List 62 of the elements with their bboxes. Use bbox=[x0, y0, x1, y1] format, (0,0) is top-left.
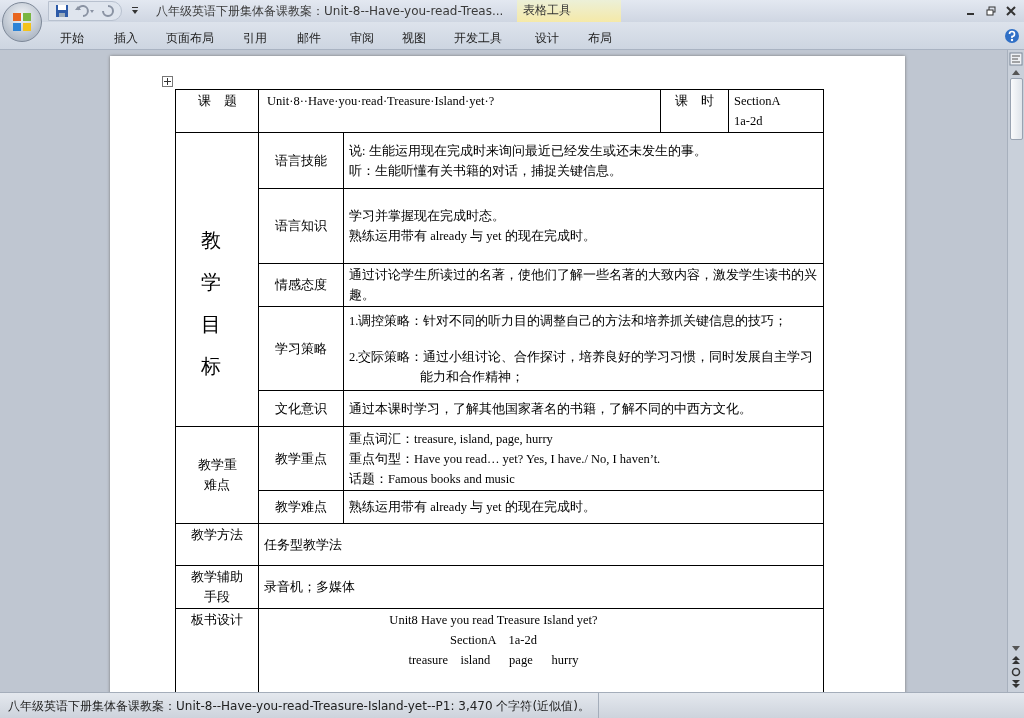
cell-text: 重点句型：Have you read… yet? Yes, I have./ No, I haven’t. bbox=[349, 450, 662, 468]
ribbon-tab[interactable]: 开发工具 bbox=[454, 27, 502, 49]
customize-caret-icon[interactable] bbox=[130, 6, 140, 16]
row-label: 教学重点 bbox=[274, 450, 328, 468]
restore-icon[interactable] bbox=[986, 6, 996, 16]
cell-text: 通过本课时学习，了解其他国家著名的书籍，了解不同的中西方文化。 bbox=[349, 400, 753, 418]
cell-text: 录音机；多媒体 bbox=[264, 579, 356, 596]
row-label: 学习策略 bbox=[274, 340, 328, 358]
row-label: 情感态度 bbox=[274, 277, 328, 294]
contextual-tab-group: 表格工具 bbox=[517, 0, 622, 22]
cell-text: 学习并掌握现在完成时态。 bbox=[349, 208, 506, 225]
cell-text: 通过讨论学生所读过的名著，使他们了解一些名著的大致内容，激发学生读书的兴趣。 bbox=[349, 267, 818, 304]
ribbon-tab[interactable]: 开始 bbox=[60, 27, 84, 49]
cell-text: 任务型教学法 bbox=[264, 536, 343, 554]
ribbon-tab[interactable]: 邮件 bbox=[297, 27, 321, 49]
cell-label: 课 题 bbox=[196, 93, 238, 110]
help-icon[interactable] bbox=[1004, 28, 1020, 44]
ribbon-tab[interactable]: 引用 bbox=[243, 27, 267, 49]
office-logo-icon bbox=[10, 10, 34, 34]
row-label: 板书设计 bbox=[190, 612, 244, 629]
period-text: SectionA bbox=[734, 93, 782, 110]
office-button[interactable] bbox=[2, 2, 42, 42]
cell-text: 说: 生能运用现在完成时来询问最近已经发生或还未发生的事。 bbox=[349, 142, 708, 160]
cell-text: 1.调控策略：针对不同的听力目的调整自己的方法和培养抓关键信息的技巧； bbox=[349, 312, 789, 330]
cell-text: 重点词汇：treasure, island, page, hurry bbox=[349, 430, 554, 448]
board-text: Unit8 Have you read Treasure Island yet? bbox=[388, 612, 599, 629]
cell-text: 话题：Famous books and music bbox=[349, 470, 516, 488]
next-page-icon[interactable] bbox=[1011, 679, 1021, 689]
cell-text: 熟练运用带有 already 与 yet 的现在完成时。 bbox=[349, 499, 597, 516]
cell-text: 熟练运用带有 already 与 yet 的现在完成时。 bbox=[349, 228, 597, 245]
row-label: 教学难点 bbox=[274, 499, 328, 516]
ribbon-tab[interactable]: 视图 bbox=[402, 27, 426, 49]
ribbon-tab[interactable]: 审阅 bbox=[350, 27, 374, 49]
window-title: 八年级英语下册集体备课教案：Unit-8--Have-you-read-Treas... bbox=[156, 3, 504, 20]
cell-text: 2.交际策略：通过小组讨论、合作探讨，培养良好的学习习惯，同时发展自主学习能力和合作精神； bbox=[349, 348, 815, 386]
row-label: 语言知识 bbox=[274, 218, 328, 235]
browse-object-icon[interactable] bbox=[1011, 667, 1021, 677]
close-icon[interactable] bbox=[1006, 6, 1016, 16]
ribbon-tab[interactable]: 插入 bbox=[114, 27, 138, 49]
previous-page-icon[interactable] bbox=[1011, 655, 1021, 665]
save-icon[interactable] bbox=[55, 4, 69, 18]
scroll-thumb[interactable] bbox=[1009, 78, 1023, 140]
row-label: 教学辅助手段 bbox=[190, 569, 244, 606]
section-label: 教学重难点 bbox=[197, 457, 237, 494]
ribbon-tab[interactable]: 布局 bbox=[588, 27, 612, 49]
ribbon-tab[interactable]: 页面布局 bbox=[166, 27, 214, 49]
ruler-toggle-icon[interactable] bbox=[1009, 52, 1023, 66]
section-label: 教学目标 bbox=[201, 228, 221, 379]
ribbon-tab[interactable]: 设计 bbox=[535, 27, 559, 49]
row-label: 教学方法 bbox=[190, 527, 244, 544]
table-move-handle-icon[interactable] bbox=[162, 76, 173, 87]
period-text: 1a-2d bbox=[734, 113, 764, 130]
status-text: 八年级英语下册集体备课教案：Unit-8--Have-you-read-Treasure-Island-yet--P1: 3,470 个字符(近似值)。 bbox=[0, 693, 599, 718]
board-text: SectionA 1a-2d bbox=[449, 632, 538, 649]
board-text: treasure island page hurry bbox=[407, 652, 580, 669]
cell-text: 听：生能听懂有关书籍的对话，捕捉关键信息。 bbox=[349, 162, 623, 180]
lesson-title: Unit·8··Have·you·read·Treasure·Island·yet·? bbox=[266, 93, 496, 110]
scroll-down-icon[interactable] bbox=[1011, 645, 1021, 653]
row-label: 文化意识 bbox=[274, 400, 328, 418]
cell-label: 课 时 bbox=[674, 93, 715, 110]
scroll-up-icon[interactable] bbox=[1011, 68, 1021, 76]
row-label: 语言技能 bbox=[274, 152, 328, 170]
